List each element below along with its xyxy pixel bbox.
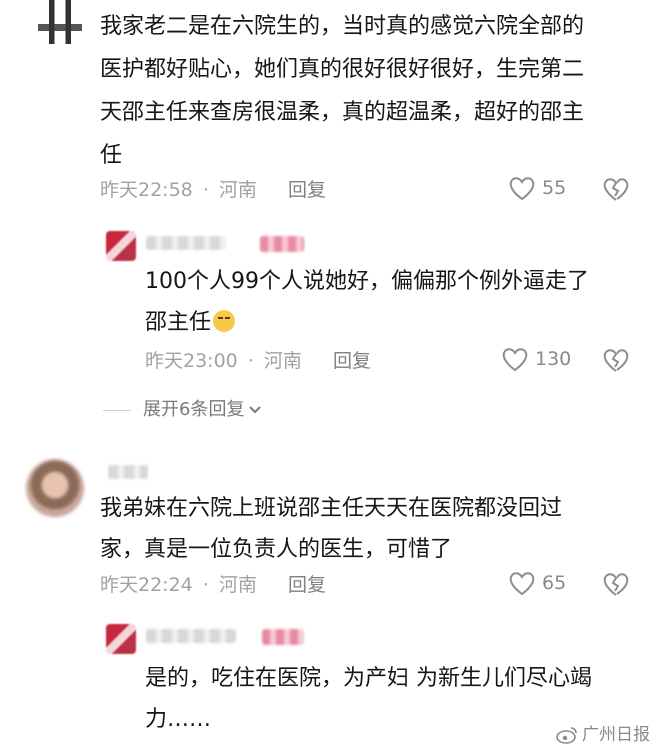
avatar[interactable]	[26, 459, 84, 517]
comment-text-line: 我家老二是在六院生的，当时真的感觉六院全部的	[100, 14, 585, 39]
username[interactable]	[146, 236, 226, 250]
like-count: 55	[542, 177, 567, 199]
location: 河南	[218, 179, 257, 201]
like-count: 65	[542, 572, 567, 594]
heart-icon	[501, 346, 529, 372]
expand-replies-label: 展开6条回复	[143, 399, 245, 420]
comment-meta: 昨天22:24 · 河南	[100, 573, 257, 597]
user-badge	[260, 236, 304, 252]
reply-button[interactable]: 回复	[333, 349, 371, 373]
separator: ·	[202, 574, 209, 596]
avatar[interactable]	[106, 624, 136, 654]
comment-meta: 昨天23:00 · 河南	[145, 349, 302, 373]
weibo-logo	[556, 726, 578, 744]
heart-icon	[508, 570, 536, 596]
comment-text-line: 我弟妹在六院上班说邵主任天天在医院都没回过	[100, 496, 563, 521]
avatar[interactable]	[106, 231, 136, 261]
comment-text-line: 力……	[145, 707, 212, 732]
username[interactable]	[108, 465, 148, 479]
timestamp: 昨天22:58	[100, 179, 193, 201]
comment-text-line: 天邵主任来查房很温柔，真的超温柔，超好的邵主	[100, 100, 585, 125]
user-badge	[262, 629, 304, 645]
comment-text-line: 100个人99个人说她好，偏偏那个例外逼走了	[145, 269, 589, 294]
like-count: 130	[535, 348, 572, 370]
dislike-button[interactable]	[602, 176, 630, 202]
like-button[interactable]: 55	[508, 175, 566, 201]
dislike-button[interactable]	[602, 571, 630, 597]
comment-text-line: 家，真是一位负责人的医生，可惜了	[100, 537, 453, 562]
location: 河南	[263, 350, 302, 372]
like-button[interactable]: 65	[508, 570, 566, 596]
comment-text-line: 邵主任	[145, 305, 236, 340]
heart-icon	[508, 175, 536, 201]
comment-meta: 昨天22:58 · 河南	[100, 178, 257, 202]
watermark: 广州日报	[556, 724, 650, 746]
heart-broken-icon	[602, 347, 630, 373]
location: 河南	[218, 574, 257, 596]
chevron-down-icon	[248, 405, 262, 415]
dislike-button[interactable]	[602, 347, 630, 373]
reply-button[interactable]: 回复	[288, 178, 326, 202]
timestamp: 昨天22:24	[100, 574, 193, 596]
separator: ·	[247, 350, 254, 372]
avatar[interactable]	[38, 0, 82, 44]
expand-replies-button[interactable]: 展开6条回复	[143, 398, 262, 422]
timestamp: 昨天23:00	[145, 350, 238, 372]
reply-button[interactable]: 回复	[288, 573, 326, 597]
heart-broken-icon	[602, 176, 630, 202]
comment-text-fragment: 邵主任	[145, 310, 212, 335]
separator: ·	[202, 179, 209, 201]
comment-text-line: 任	[100, 143, 123, 168]
like-button[interactable]: 130	[501, 346, 571, 372]
comment-text-line: 是的，吃住在医院，为产妇 为新生儿们尽心竭	[145, 666, 592, 691]
crying-emoji	[213, 310, 236, 332]
username[interactable]	[146, 629, 236, 643]
heart-broken-icon	[602, 571, 630, 597]
divider	[103, 410, 131, 411]
comment-text-line: 医护都好贴心，她们真的很好很好很好，生完第二	[100, 57, 585, 82]
watermark-text: 广州日报	[582, 725, 650, 745]
